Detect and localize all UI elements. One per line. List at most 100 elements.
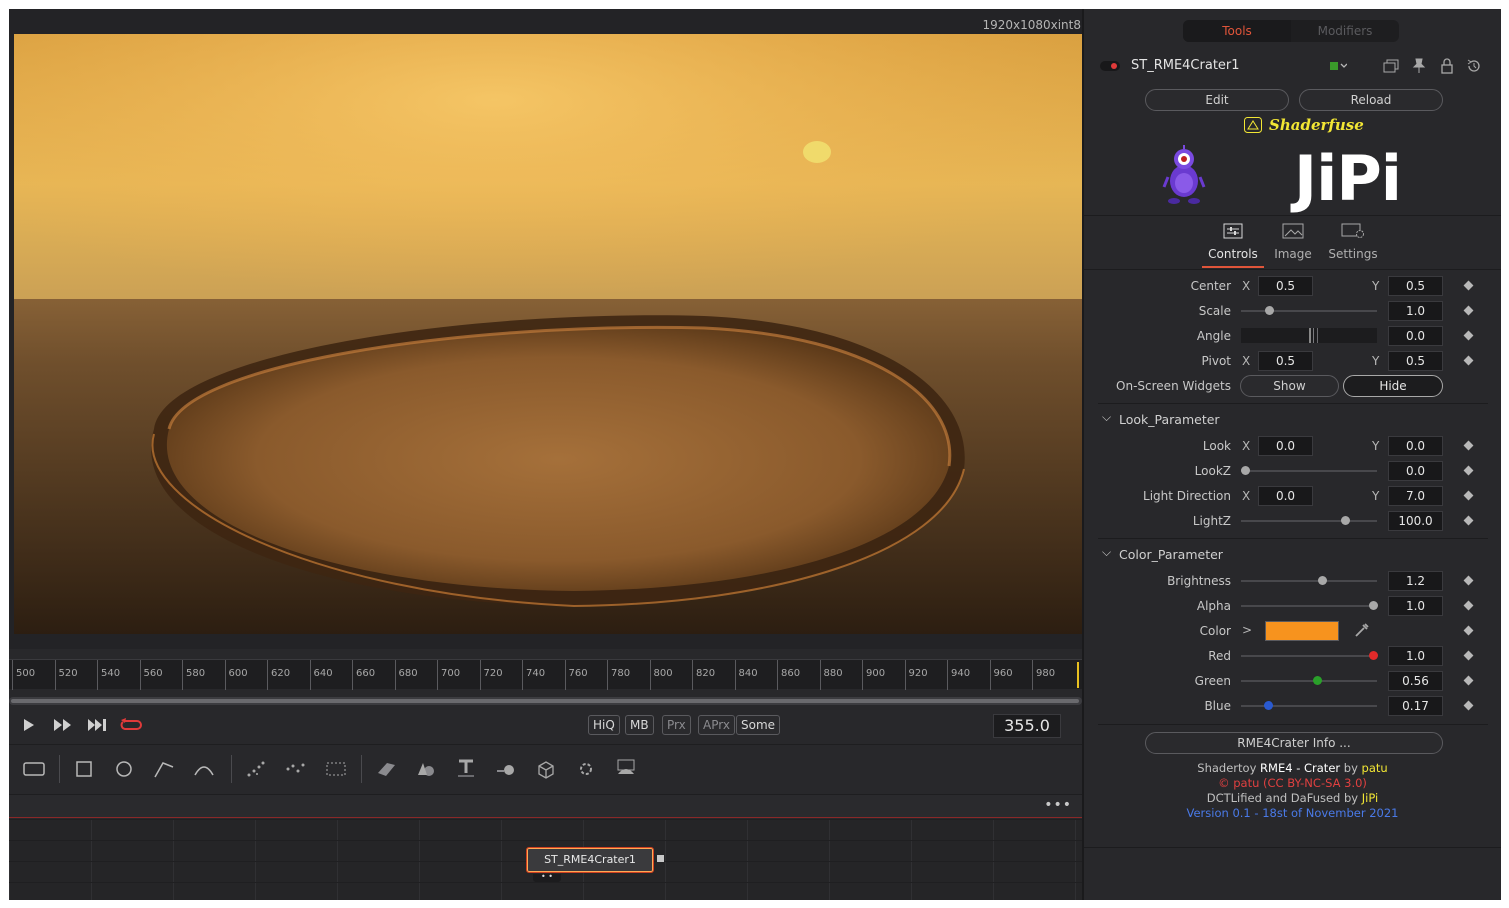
red-slider[interactable] <box>1241 651 1378 660</box>
alpha-field[interactable]: 1.0 <box>1388 596 1443 616</box>
shader-node[interactable]: ST_RME4Crater1 <box>526 847 654 873</box>
alpha-slider[interactable] <box>1241 601 1378 610</box>
light-x-field[interactable]: 0.0 <box>1258 486 1313 506</box>
blue-slider-knob[interactable] <box>1264 701 1273 710</box>
green-field[interactable]: 0.56 <box>1388 671 1443 691</box>
keyframe-diamond-icon[interactable] <box>1463 515 1474 526</box>
node-output-port[interactable] <box>657 855 664 862</box>
text-plus-button[interactable] <box>323 757 349 781</box>
keyframe-diamond-icon[interactable] <box>1463 355 1474 366</box>
polygon-mask-button[interactable] <box>151 757 177 781</box>
center-x-field[interactable]: 0.5 <box>1258 276 1313 296</box>
scale-field[interactable]: 1.0 <box>1388 301 1443 321</box>
renderer-3d-button[interactable] <box>613 757 639 781</box>
blue-field[interactable]: 0.17 <box>1388 696 1443 716</box>
versions-button[interactable] <box>1382 57 1400 75</box>
eyedropper-icon[interactable] <box>1354 622 1370 641</box>
keyframe-diamond-icon[interactable] <box>1463 675 1474 686</box>
rectangle-mask-button[interactable] <box>71 757 97 781</box>
green-slider[interactable] <box>1241 676 1377 685</box>
ellipse-mask-button[interactable] <box>111 757 137 781</box>
selective-update-toggle[interactable]: Some <box>736 715 781 735</box>
scale-slider[interactable] <box>1241 306 1377 315</box>
credit-author-link[interactable]: patu <box>1362 761 1388 775</box>
color-parameter-header[interactable]: ⌵ Color_Parameter <box>1084 542 1501 566</box>
bspline-mask-button[interactable] <box>191 757 217 781</box>
keyframe-diamond-icon[interactable] <box>1463 465 1474 476</box>
pin-button[interactable] <box>1410 57 1428 75</box>
red-field[interactable]: 1.0 <box>1388 646 1443 666</box>
keyframe-diamond-icon[interactable] <box>1463 305 1474 316</box>
more-options-button[interactable]: ••• <box>1044 797 1072 813</box>
scale-slider-knob[interactable] <box>1265 306 1274 315</box>
particle-render-button[interactable] <box>283 757 309 781</box>
credit-shader-name[interactable]: RME4 - Crater <box>1260 761 1340 775</box>
brightness-slider-knob[interactable] <box>1318 576 1327 585</box>
red-slider-knob[interactable] <box>1369 651 1378 660</box>
tool-name[interactable]: ST_RME4Crater1 <box>1131 58 1240 73</box>
keyframe-diamond-icon[interactable] <box>1463 280 1474 291</box>
tab-tools[interactable]: Tools <box>1183 20 1291 42</box>
angle-field[interactable]: 0.0 <box>1388 326 1443 346</box>
keyframe-diamond-icon[interactable] <box>1463 330 1474 341</box>
look-x-field[interactable]: 0.0 <box>1258 436 1313 456</box>
light-3d-button[interactable] <box>573 757 599 781</box>
info-button[interactable]: RME4Crater Info ... <box>1145 732 1443 754</box>
merge-3d-button[interactable] <box>493 757 519 781</box>
viewer-panel[interactable]: 1920x1080xint8 <box>9 9 1082 649</box>
look-y-field[interactable]: 0.0 <box>1388 436 1443 456</box>
lookz-slider-knob[interactable] <box>1241 466 1250 475</box>
look-parameter-header[interactable]: ⌵ Look_Parameter <box>1084 407 1501 431</box>
tool-color-button[interactable] <box>1329 57 1347 75</box>
tab-controls[interactable]: Controls <box>1203 223 1263 261</box>
hiq-toggle[interactable]: HiQ <box>588 715 620 735</box>
render-image[interactable] <box>14 34 1082 634</box>
current-frame-field[interactable]: 355.0 <box>993 714 1061 738</box>
green-slider-knob[interactable] <box>1313 676 1322 685</box>
tab-settings[interactable]: Settings <box>1323 223 1383 261</box>
hide-widgets-button[interactable]: Hide <box>1343 375 1443 397</box>
shape-3d-button[interactable] <box>413 757 439 781</box>
lookz-slider[interactable] <box>1241 466 1377 475</box>
brightness-field[interactable]: 1.2 <box>1388 571 1443 591</box>
auto-proxy-toggle[interactable]: APrx <box>698 715 735 735</box>
chevron-right-icon[interactable]: > <box>1242 623 1252 637</box>
proxy-toggle[interactable]: Prx <box>662 715 691 735</box>
lock-button[interactable] <box>1438 57 1456 75</box>
tool-enable-toggle[interactable] <box>1100 61 1120 71</box>
tab-image[interactable]: Image <box>1263 223 1323 261</box>
show-widgets-button[interactable]: Show <box>1240 375 1339 397</box>
edit-button[interactable]: Edit <box>1145 89 1289 111</box>
color-swatch[interactable] <box>1265 621 1339 641</box>
go-to-end-button[interactable] <box>87 715 109 735</box>
time-ruler[interactable]: 500 520 540 560 580 600 620 640 660 680 700 720 740 7… <box>9 659 1082 690</box>
center-y-field[interactable]: 0.5 <box>1388 276 1443 296</box>
keyframe-diamond-icon[interactable] <box>1463 575 1474 586</box>
fast-forward-button[interactable] <box>52 715 74 735</box>
reload-button[interactable]: Reload <box>1299 89 1443 111</box>
credit-version-link[interactable]: Version 0.1 - 18st of November 2021 <box>1084 806 1501 820</box>
pivot-x-field[interactable]: 0.5 <box>1258 351 1313 371</box>
lightz-slider-knob[interactable] <box>1341 516 1350 525</box>
keyframe-diamond-icon[interactable] <box>1463 700 1474 711</box>
angle-dial[interactable] <box>1241 328 1377 343</box>
playhead[interactable] <box>1077 662 1079 688</box>
blue-slider[interactable] <box>1241 701 1377 710</box>
lightz-slider[interactable] <box>1241 516 1377 525</box>
text-3d-button[interactable] <box>453 757 479 781</box>
credit-jipi-link[interactable]: JiPi <box>1362 791 1378 805</box>
alpha-slider-knob[interactable] <box>1369 601 1378 610</box>
pivot-y-field[interactable]: 0.5 <box>1388 351 1443 371</box>
node-flow[interactable]: ST_RME4Crater1 • • <box>9 819 1082 900</box>
brightness-slider[interactable] <box>1241 576 1377 585</box>
light-y-field[interactable]: 7.0 <box>1388 486 1443 506</box>
keyframe-diamond-icon[interactable] <box>1463 625 1474 636</box>
tab-modifiers[interactable]: Modifiers <box>1291 20 1399 42</box>
motion-blur-toggle[interactable]: MB <box>625 715 654 735</box>
camera-3d-button[interactable] <box>533 757 559 781</box>
lightz-field[interactable]: 100.0 <box>1388 511 1443 531</box>
keyframe-diamond-icon[interactable] <box>1463 490 1474 501</box>
timeline-scroll-thumb[interactable] <box>11 699 1079 703</box>
keyframe-diamond-icon[interactable] <box>1463 650 1474 661</box>
background-tool-button[interactable] <box>21 757 47 781</box>
